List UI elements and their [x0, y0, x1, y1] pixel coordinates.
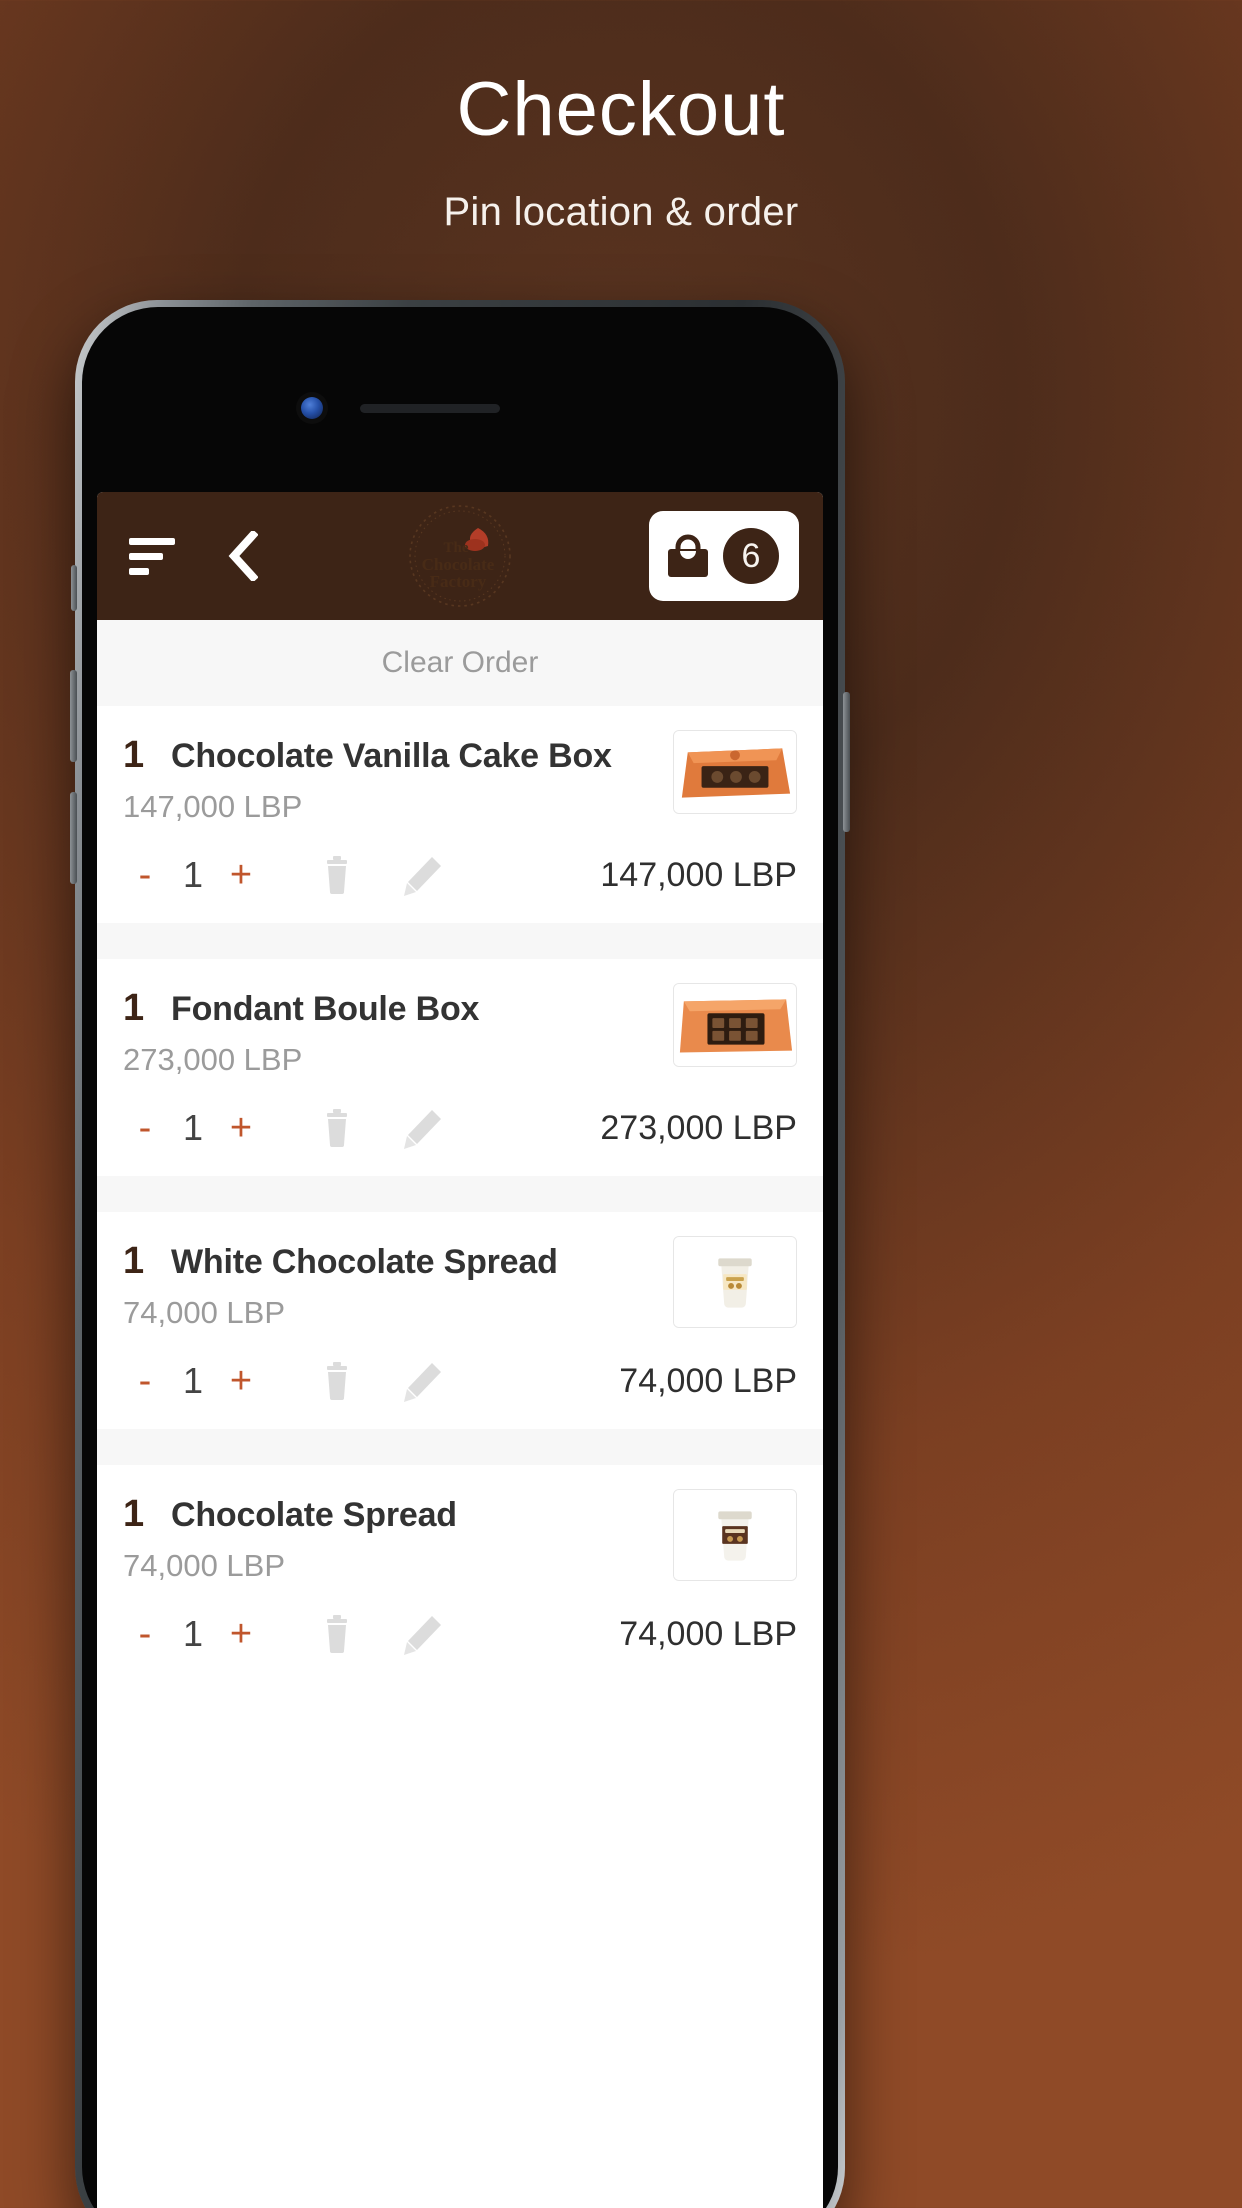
volume-down-button[interactable]: [70, 792, 77, 884]
order-item-summary: 1 Chocolate Spread 74,000 LBP: [97, 1465, 823, 1584]
pencil-icon[interactable]: [401, 853, 445, 897]
pencil-icon[interactable]: [401, 1359, 445, 1403]
quantity-value: 1: [182, 854, 204, 895]
order-item-unit-price: 74,000 LBP: [123, 1548, 286, 1583]
order-item-controls: - 1 +: [97, 1331, 823, 1429]
app-bar: The Chocolate Factory 6: [97, 492, 823, 620]
order-item-line-total: 273,000 LBP: [600, 1108, 797, 1147]
order-item-unit-price: 147,000 LBP: [123, 789, 303, 824]
order-item-summary: 1 White Chocolate Spread 74,000 LBP: [97, 1212, 823, 1331]
order-item-controls: - 1 +: [97, 825, 823, 923]
order-list[interactable]: Clear Order 1 Chocolate Vanilla Cake Box…: [97, 620, 823, 1682]
cart-count-badge: 6: [723, 528, 779, 584]
trash-icon[interactable]: [315, 1359, 359, 1403]
power-button[interactable]: [843, 692, 850, 832]
order-item-line-total: 74,000 LBP: [619, 1614, 797, 1653]
page-title: Checkout: [456, 67, 786, 152]
volume-up-button[interactable]: [70, 670, 77, 762]
promo-header: Checkout Pin location & order: [0, 0, 1242, 235]
decrement-button[interactable]: -: [123, 1362, 167, 1400]
order-item-summary: 1 Chocolate Vanilla Cake Box 147,000 LBP: [97, 706, 823, 825]
order-item: 1 White Chocolate Spread 74,000 LBP - 1 …: [97, 1212, 823, 1429]
order-item: 1 Chocolate Vanilla Cake Box 147,000 LBP: [97, 706, 823, 923]
trash-icon[interactable]: [315, 1612, 359, 1656]
order-item-qty: 1: [123, 1240, 145, 1282]
pencil-icon[interactable]: [401, 1106, 445, 1150]
brand-line-3: Factory: [430, 572, 487, 591]
decrement-button[interactable]: -: [123, 1109, 167, 1147]
trash-icon[interactable]: [315, 1106, 359, 1150]
order-item-unit-price: 273,000 LBP: [123, 1042, 303, 1077]
hamburger-line: [129, 552, 163, 560]
decrement-button[interactable]: -: [123, 856, 167, 894]
silent-switch[interactable]: [71, 565, 77, 611]
order-item-thumbnail[interactable]: [673, 730, 797, 814]
trash-icon[interactable]: [315, 853, 359, 897]
order-item-name: Chocolate Vanilla Cake Box: [171, 737, 612, 775]
front-camera-icon: [301, 397, 323, 419]
chevron-left-icon[interactable]: [225, 530, 261, 582]
quantity-value: 1: [182, 1613, 204, 1654]
hamburger-icon[interactable]: [129, 537, 175, 575]
brand-logo: The Chocolate Factory: [406, 502, 514, 610]
order-item-qty: 1: [123, 734, 145, 776]
order-item-name: Chocolate Spread: [171, 1496, 457, 1534]
order-item-line-total: 74,000 LBP: [619, 1361, 797, 1400]
order-item-unit-price: 74,000 LBP: [123, 1295, 286, 1330]
order-item-qty: 1: [123, 987, 145, 1029]
phone-bezel: The Chocolate Factory 6 Clear Order 1 Ch…: [82, 307, 838, 2208]
list-divider: [97, 1176, 823, 1212]
order-item-controls: - 1 +: [97, 1584, 823, 1682]
clear-order-button[interactable]: Clear Order: [97, 620, 823, 706]
order-item-thumbnail[interactable]: [673, 1236, 797, 1328]
hamburger-line: [129, 537, 175, 545]
order-item: 1 Chocolate Spread 74,000 LBP - 1 + 74,0…: [97, 1465, 823, 1682]
order-item-line-total: 147,000 LBP: [600, 855, 797, 894]
order-item-controls: - 1 +: [97, 1078, 823, 1176]
hamburger-line: [129, 567, 149, 575]
increment-button[interactable]: +: [219, 856, 263, 894]
order-item-qty: 1: [123, 1493, 145, 1535]
shopping-bag-icon: [667, 533, 709, 579]
earpiece-speaker: [360, 404, 500, 413]
order-item-summary: 1 Fondant Boule Box 273,000 LBP: [97, 959, 823, 1078]
quantity-value: 1: [182, 1360, 204, 1401]
decrement-button[interactable]: -: [123, 1615, 167, 1653]
list-divider: [97, 923, 823, 959]
order-item: 1 Fondant Boule Box 273,000 LBP - 1 + 27…: [97, 959, 823, 1176]
order-item-name: Fondant Boule Box: [171, 990, 480, 1028]
brand-line-1: The: [443, 540, 468, 556]
phone-screen: The Chocolate Factory 6 Clear Order 1 Ch…: [97, 492, 823, 2208]
pencil-icon[interactable]: [401, 1612, 445, 1656]
order-item-thumbnail[interactable]: [673, 983, 797, 1067]
cart-button[interactable]: 6: [649, 511, 799, 601]
quantity-value: 1: [182, 1107, 204, 1148]
list-divider: [97, 1429, 823, 1465]
increment-button[interactable]: +: [219, 1109, 263, 1147]
increment-button[interactable]: +: [219, 1362, 263, 1400]
increment-button[interactable]: +: [219, 1615, 263, 1653]
clear-order-label: Clear Order: [381, 646, 539, 679]
page-subtitle: Pin location & order: [443, 190, 799, 234]
order-item-thumbnail[interactable]: [673, 1489, 797, 1581]
phone-mockup: The Chocolate Factory 6 Clear Order 1 Ch…: [70, 300, 850, 2208]
order-item-name: White Chocolate Spread: [171, 1243, 558, 1281]
